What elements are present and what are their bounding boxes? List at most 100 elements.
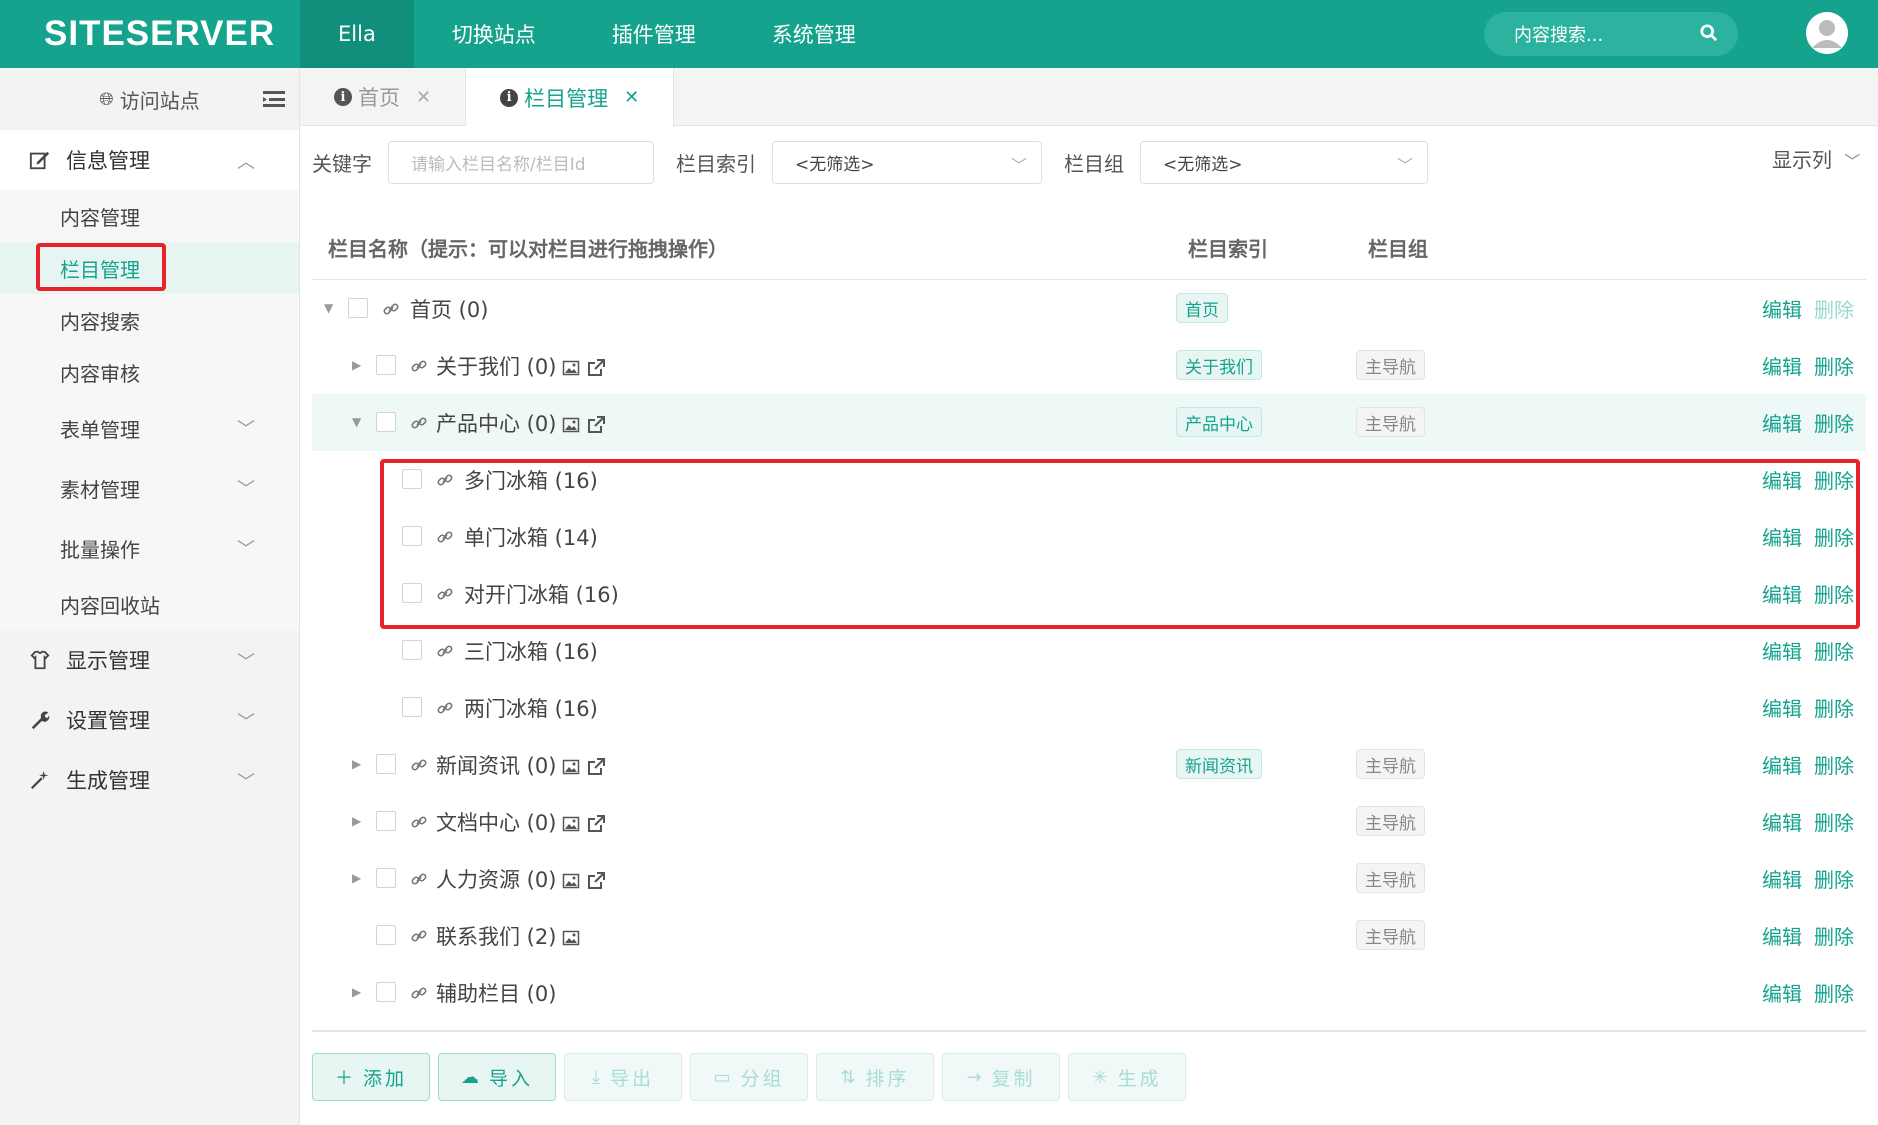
edit-link[interactable]: 编辑 — [1762, 868, 1802, 892]
row-checkbox[interactable] — [376, 925, 396, 945]
row-checkbox[interactable] — [376, 754, 396, 774]
table-row[interactable]: ▼ 首页 (0) 首页 编辑 删除 — [312, 280, 1866, 337]
sidebar-item-content-review[interactable]: 内容审核 — [0, 346, 299, 398]
sidebar-item-channels[interactable]: 栏目管理 — [0, 242, 299, 294]
table-row[interactable]: 单门冰箱 (14) 编辑 删除 — [312, 508, 1866, 565]
external-link-icon[interactable] — [586, 358, 606, 378]
delete-link[interactable]: 删除 — [1814, 583, 1854, 607]
edit-link[interactable]: 编辑 — [1762, 925, 1802, 949]
row-checkbox[interactable] — [376, 811, 396, 831]
channel-name[interactable]: 文档中心 (0) — [436, 807, 606, 837]
menu-collapse-icon[interactable] — [263, 90, 285, 108]
table-row[interactable]: ▶ 人力资源 (0) 主导航 编辑 删除 — [312, 850, 1866, 907]
toolbar-button[interactable]: ✳ 生成 — [1068, 1053, 1186, 1101]
row-checkbox[interactable] — [376, 412, 396, 432]
search-input[interactable]: 内容搜索... — [1484, 12, 1738, 56]
table-row[interactable]: ▶ 关于我们 (0) 关于我们 主导航 编辑 删除 — [312, 337, 1866, 394]
delete-link[interactable]: 删除 — [1814, 298, 1854, 322]
link-icon[interactable] — [410, 414, 428, 432]
link-icon[interactable] — [436, 642, 454, 660]
toolbar-button[interactable]: ⤓ 导出 — [564, 1053, 682, 1101]
sidebar-group-generate[interactable]: 生成管理 ﹀ — [0, 750, 299, 810]
table-row[interactable]: ▶ 辅助栏目 (0) 编辑 删除 — [312, 964, 1866, 1021]
link-icon[interactable] — [410, 984, 428, 1002]
logo[interactable]: SITESERVER — [0, 0, 300, 68]
table-row[interactable]: 三门冰箱 (16) 编辑 删除 — [312, 622, 1866, 679]
top-nav-system[interactable]: 系统管理 — [734, 0, 894, 68]
table-row[interactable]: 两门冰箱 (16) 编辑 删除 — [312, 679, 1866, 736]
edit-link[interactable]: 编辑 — [1762, 583, 1802, 607]
row-checkbox[interactable] — [402, 583, 422, 603]
channel-name[interactable]: 新闻资讯 (0) — [436, 750, 606, 780]
row-checkbox[interactable] — [376, 868, 396, 888]
row-checkbox[interactable] — [402, 469, 422, 489]
row-checkbox[interactable] — [402, 526, 422, 546]
table-row[interactable]: ▼ 产品中心 (0) 产品中心 主导航 编辑 删除 — [312, 394, 1866, 451]
delete-link[interactable]: 删除 — [1814, 412, 1854, 436]
table-row[interactable]: ▶ 新闻资讯 (0) 新闻资讯 主导航 编辑 删除 — [312, 736, 1866, 793]
top-nav-site[interactable]: Ella — [300, 0, 414, 68]
caret-right-icon[interactable]: ▶ — [352, 814, 361, 828]
delete-link[interactable]: 删除 — [1814, 697, 1854, 721]
sidebar-item-recycle[interactable]: 内容回收站 — [0, 578, 299, 630]
index-filter-select[interactable]: <无筛选> ﹀ — [772, 140, 1042, 184]
toolbar-button[interactable]: ⇅ 排序 — [816, 1053, 934, 1101]
table-row[interactable]: 多门冰箱 (16) 编辑 删除 — [312, 451, 1866, 508]
image-icon[interactable] — [562, 929, 580, 947]
caret-down-icon[interactable]: ▼ — [352, 415, 361, 429]
link-icon[interactable] — [436, 699, 454, 717]
show-columns-dropdown[interactable]: 显示列 ﹀ — [1772, 144, 1860, 173]
search-icon[interactable] — [1700, 24, 1718, 42]
delete-link[interactable]: 删除 — [1814, 355, 1854, 379]
sidebar-item-content[interactable]: 内容管理 — [0, 190, 299, 242]
toolbar-button[interactable]: → 复制 — [942, 1053, 1060, 1101]
channel-name[interactable]: 对开门冰箱 (16) — [464, 579, 619, 609]
top-nav-switch-site[interactable]: 切换站点 — [414, 0, 574, 68]
delete-link[interactable]: 删除 — [1814, 982, 1854, 1006]
delete-link[interactable]: 删除 — [1814, 640, 1854, 664]
edit-link[interactable]: 编辑 — [1762, 811, 1802, 835]
edit-link[interactable]: 编辑 — [1762, 355, 1802, 379]
channel-name[interactable]: 关于我们 (0) — [436, 351, 606, 381]
channel-name[interactable]: 辅助栏目 (0) — [436, 978, 556, 1008]
link-icon[interactable] — [382, 300, 400, 318]
image-icon[interactable] — [562, 872, 580, 890]
row-checkbox[interactable] — [402, 640, 422, 660]
toolbar-button[interactable]: ☁ 导入 — [438, 1053, 556, 1101]
group-filter-select[interactable]: <无筛选> ﹀ — [1140, 140, 1428, 184]
channel-name[interactable]: 单门冰箱 (14) — [464, 522, 598, 552]
edit-link[interactable]: 编辑 — [1762, 526, 1802, 550]
channel-name[interactable]: 两门冰箱 (16) — [464, 693, 598, 723]
caret-right-icon[interactable]: ▶ — [352, 757, 361, 771]
channel-name[interactable]: 人力资源 (0) — [436, 864, 606, 894]
link-icon[interactable] — [410, 357, 428, 375]
channel-name[interactable]: 联系我们 (2) — [436, 921, 580, 951]
link-icon[interactable] — [436, 528, 454, 546]
caret-right-icon[interactable]: ▶ — [352, 871, 361, 885]
delete-link[interactable]: 删除 — [1814, 526, 1854, 550]
link-icon[interactable] — [436, 585, 454, 603]
delete-link[interactable]: 删除 — [1814, 925, 1854, 949]
image-icon[interactable] — [562, 758, 580, 776]
table-row[interactable]: ▶ 文档中心 (0) 主导航 编辑 删除 — [312, 793, 1866, 850]
edit-link[interactable]: 编辑 — [1762, 697, 1802, 721]
row-checkbox[interactable] — [348, 298, 368, 318]
row-checkbox[interactable] — [376, 982, 396, 1002]
sidebar-item-batch[interactable]: 批量操作 ﹀ — [0, 518, 299, 578]
close-icon[interactable]: ✕ — [416, 87, 431, 108]
link-icon[interactable] — [410, 927, 428, 945]
link-icon[interactable] — [410, 756, 428, 774]
edit-link[interactable]: 编辑 — [1762, 412, 1802, 436]
row-checkbox[interactable] — [402, 697, 422, 717]
edit-link[interactable]: 编辑 — [1762, 640, 1802, 664]
sidebar-item-content-search[interactable]: 内容搜索 — [0, 294, 299, 346]
link-icon[interactable] — [436, 471, 454, 489]
sidebar-item-materials[interactable]: 素材管理 ﹀ — [0, 458, 299, 518]
sidebar-group-settings[interactable]: 设置管理 ﹀ — [0, 690, 299, 750]
external-link-icon[interactable] — [586, 871, 606, 891]
edit-link[interactable]: 编辑 — [1762, 298, 1802, 322]
link-icon[interactable] — [410, 870, 428, 888]
link-icon[interactable] — [410, 813, 428, 831]
delete-link[interactable]: 删除 — [1814, 469, 1854, 493]
channel-name[interactable]: 首页 (0) — [410, 294, 488, 324]
